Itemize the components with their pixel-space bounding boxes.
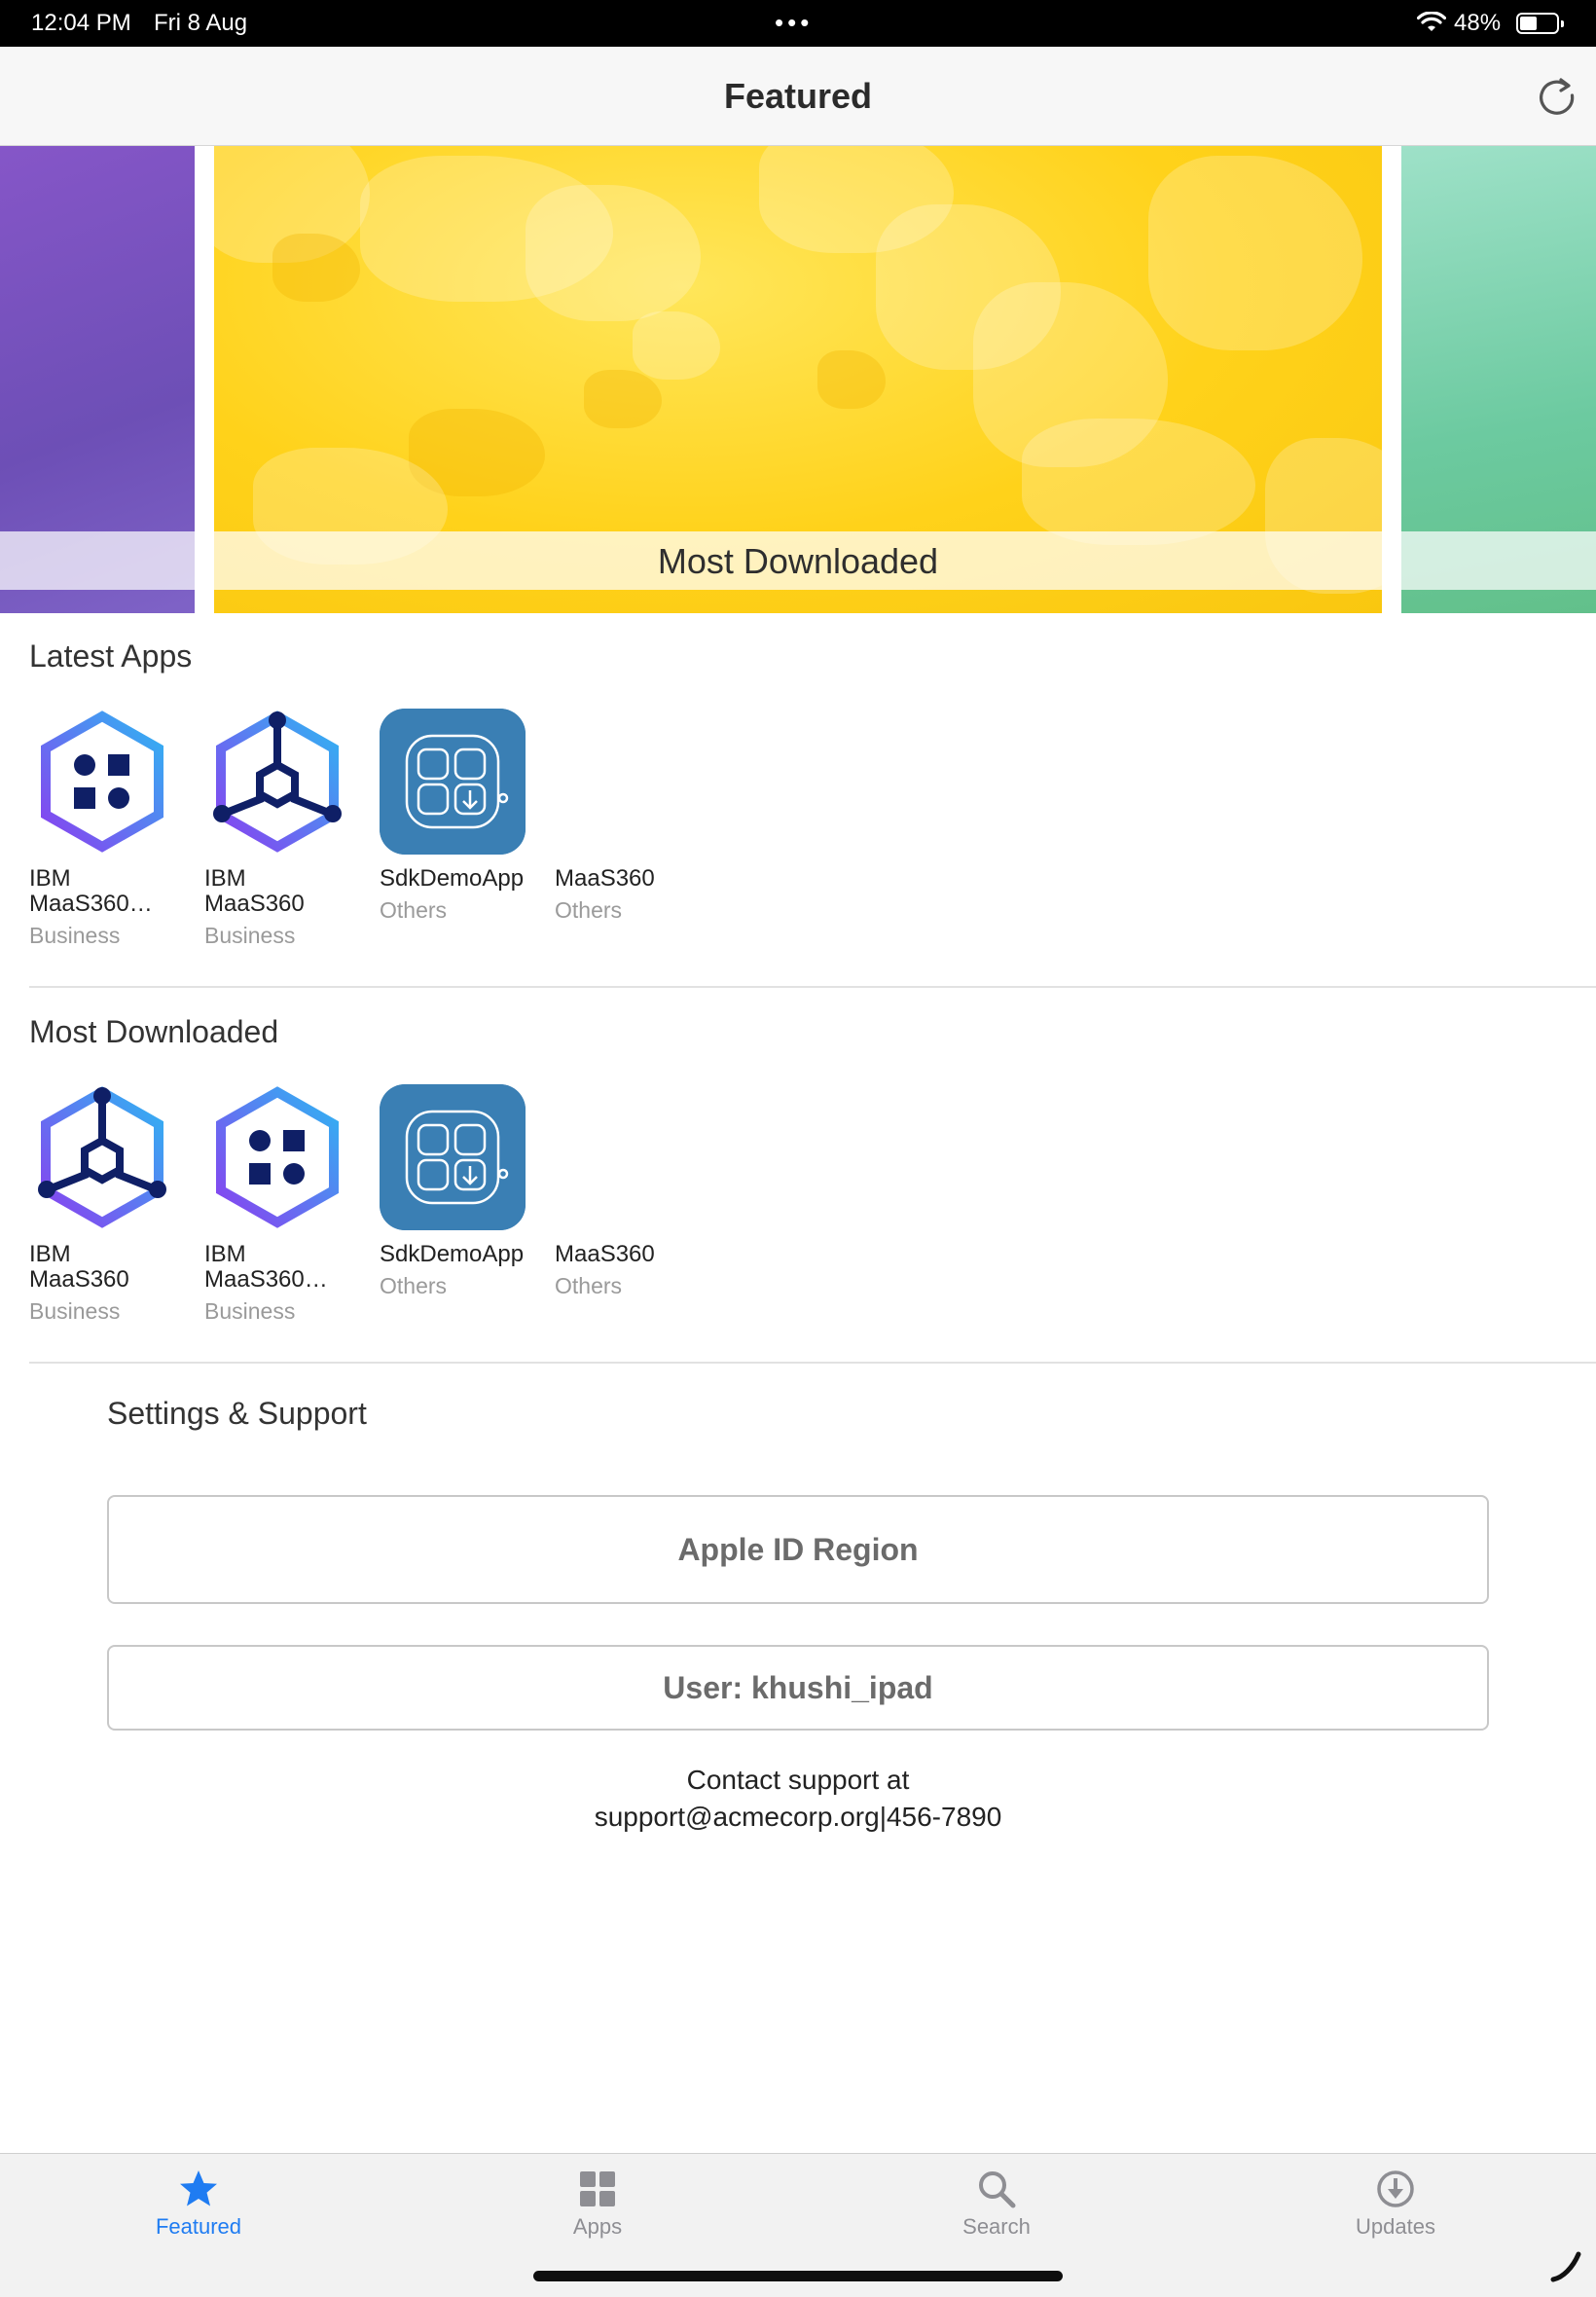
- app-name: MaaS360: [555, 1241, 655, 1267]
- page-title: Featured: [723, 76, 873, 116]
- tab-apps[interactable]: Apps: [500, 2168, 695, 2255]
- star-icon: [180, 2170, 217, 2206]
- app-name: IBM MaaS360…: [204, 1241, 328, 1293]
- tab-search[interactable]: Search: [899, 2168, 1094, 2255]
- banner-title: Most Downloaded: [657, 541, 939, 581]
- status-date: Fri 8 Aug: [154, 10, 248, 36]
- home-indicator[interactable]: [533, 2271, 1063, 2281]
- featured-banner-carousel[interactable]: Most Downloaded: [0, 146, 1596, 613]
- search-icon: [979, 2171, 1016, 2208]
- app-name: IBM MaaS360…: [29, 865, 153, 917]
- app-name: SdkDemoApp: [380, 865, 525, 892]
- tab-label: Updates: [1356, 2214, 1435, 2239]
- maas360-network-hex-icon: [38, 1086, 166, 1228]
- battery-percent: 48%: [1454, 10, 1502, 36]
- section-divider: [29, 1362, 1596, 1364]
- tab-label: Featured: [155, 2214, 242, 2239]
- banner-next[interactable]: [1401, 146, 1596, 613]
- app-category: Others: [380, 897, 448, 923]
- app-name: MaaS360: [555, 865, 655, 892]
- battery-icon: [1516, 13, 1564, 34]
- tab-featured[interactable]: Featured: [101, 2168, 296, 2255]
- navigation-bar: Featured: [0, 47, 1596, 146]
- contact-support-details[interactable]: support@acmecorp.org|456-7890: [0, 1802, 1596, 1833]
- section-divider: [29, 986, 1596, 988]
- settings-support-title: Settings & Support: [107, 1396, 367, 1431]
- status-bar: 12:04 PM Fri 8 Aug ••• 48%: [0, 0, 1596, 47]
- contact-support-label: Contact support at: [686, 1765, 910, 1795]
- tab-label: Apps: [572, 2214, 623, 2239]
- status-time: 12:04 PM: [31, 10, 131, 36]
- refresh-icon[interactable]: [1534, 74, 1580, 121]
- app-category: Business: [204, 1298, 296, 1324]
- maas360-grid-hex-icon: [41, 711, 163, 853]
- app-category: Business: [29, 923, 121, 948]
- sdk-demo-app-icon: [380, 709, 526, 855]
- app-name: SdkDemoApp: [380, 1241, 525, 1267]
- app-category: Others: [555, 897, 623, 923]
- tab-updates[interactable]: Updates: [1298, 2168, 1493, 2255]
- grid-icon: [580, 2171, 615, 2206]
- pencil-hover-icon: [1550, 2251, 1581, 2282]
- most-downloaded-title: Most Downloaded: [29, 1014, 279, 1049]
- maas360-grid-hex-icon: [216, 1086, 339, 1228]
- tab-label: Search: [962, 2214, 1031, 2239]
- latest-apps-title: Latest Apps: [29, 638, 193, 674]
- wifi-icon: [1417, 12, 1446, 31]
- maas360-network-hex-icon: [213, 711, 342, 853]
- app-category: Others: [380, 1273, 448, 1298]
- app-category: Business: [29, 1298, 121, 1324]
- app-category: Others: [555, 1273, 623, 1298]
- app-name: IBM MaaS360: [204, 865, 305, 917]
- sdk-demo-app-icon: [380, 1084, 526, 1230]
- app-category: Business: [204, 923, 296, 948]
- banner-previous[interactable]: [0, 146, 195, 613]
- download-circle-icon: [1377, 2170, 1414, 2207]
- banner-most-downloaded[interactable]: Most Downloaded: [214, 146, 1382, 613]
- app-name: IBM MaaS360: [29, 1241, 129, 1293]
- user-button[interactable]: User: khushi_ipad: [107, 1645, 1489, 1731]
- apple-id-region-button[interactable]: Apple ID Region: [107, 1495, 1489, 1604]
- multitasking-dots-icon[interactable]: •••: [775, 10, 813, 35]
